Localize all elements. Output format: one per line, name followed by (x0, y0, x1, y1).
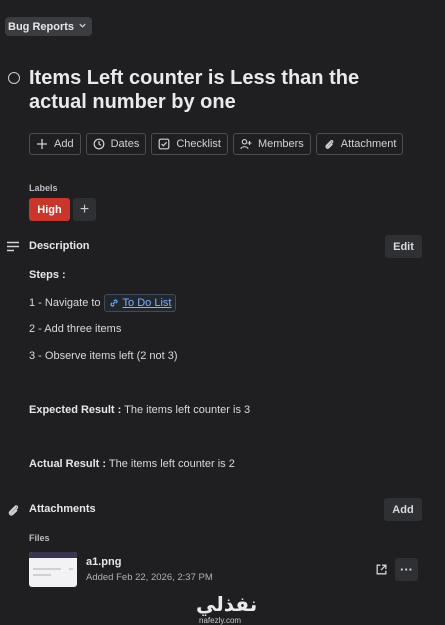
clock-icon (93, 138, 105, 150)
dates-button[interactable]: Dates (85, 133, 147, 155)
open-external-icon[interactable] (375, 563, 389, 577)
link-icon (109, 299, 118, 307)
files-title: Files (29, 533, 50, 543)
file-name[interactable]: a1.png (86, 556, 121, 568)
person-add-icon (240, 138, 252, 150)
steps-heading: Steps : (29, 269, 66, 281)
labels-title: Labels (29, 183, 58, 193)
step-3: 3 - Observe items left (2 not 3) (29, 350, 178, 362)
step-2: 2 - Add three items (29, 323, 122, 335)
paperclip-icon (323, 138, 335, 150)
checkbox-icon (158, 138, 170, 150)
step-1-text: 1 - Navigate to (29, 297, 101, 309)
watermark-arabic: نفذلي (196, 594, 258, 616)
list-selector[interactable]: Bug Reports (5, 17, 92, 36)
checklist-button[interactable]: Checklist (151, 133, 228, 155)
actual-result: Actual Result : The items left counter i… (29, 458, 235, 470)
file-thumbnail[interactable] (29, 552, 77, 587)
checklist-button-label: Checklist (176, 138, 221, 150)
add-label-button[interactable]: + (73, 198, 96, 221)
expected-result: Expected Result : The items left counter… (29, 404, 251, 416)
watermark-latin: nafezly.com (199, 616, 242, 625)
description-icon (6, 240, 20, 254)
card-title[interactable]: Items Left counter is Less than the actu… (29, 66, 409, 114)
paperclip-icon (6, 503, 20, 517)
label-high[interactable]: High (29, 198, 70, 221)
complete-toggle-icon[interactable] (8, 72, 20, 84)
step-1: 1 - Navigate to To Do List (29, 294, 177, 312)
to-do-list-link[interactable]: To Do List (103, 294, 177, 312)
attachments-title: Attachments (29, 503, 96, 515)
attachment-button[interactable]: Attachment (315, 133, 404, 155)
members-button-label: Members (257, 138, 304, 150)
dates-button-label: Dates (110, 138, 140, 150)
file-more-button[interactable]: ··· (395, 558, 418, 581)
card-actions: Add Dates Checklist Members Attachment (29, 133, 404, 155)
add-attachment-button[interactable]: Add (384, 498, 422, 521)
chevron-down-icon (78, 21, 87, 32)
add-button[interactable]: Add (29, 133, 81, 155)
list-name: Bug Reports (8, 20, 74, 33)
top-bar: Bug Reports (0, 0, 445, 50)
edit-description-button[interactable]: Edit (385, 235, 422, 258)
add-button-label: Add (54, 138, 74, 150)
members-button[interactable]: Members (232, 133, 311, 155)
attachment-button-label: Attachment (340, 138, 397, 150)
file-meta: Added Feb 22, 2026, 2:37 PM (86, 572, 213, 583)
plus-icon (36, 138, 48, 150)
description-title: Description (29, 240, 90, 252)
